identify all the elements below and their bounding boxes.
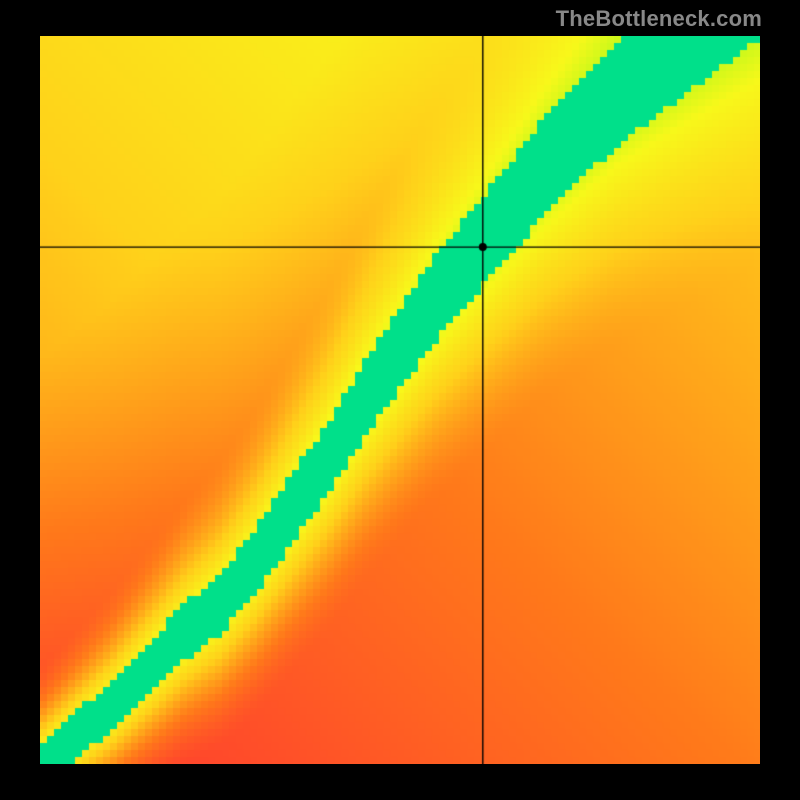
chart-frame: TheBottleneck.com — [0, 0, 800, 800]
attribution-text: TheBottleneck.com — [556, 6, 762, 32]
heatmap-plot — [40, 36, 760, 764]
heatmap-canvas — [40, 36, 760, 764]
